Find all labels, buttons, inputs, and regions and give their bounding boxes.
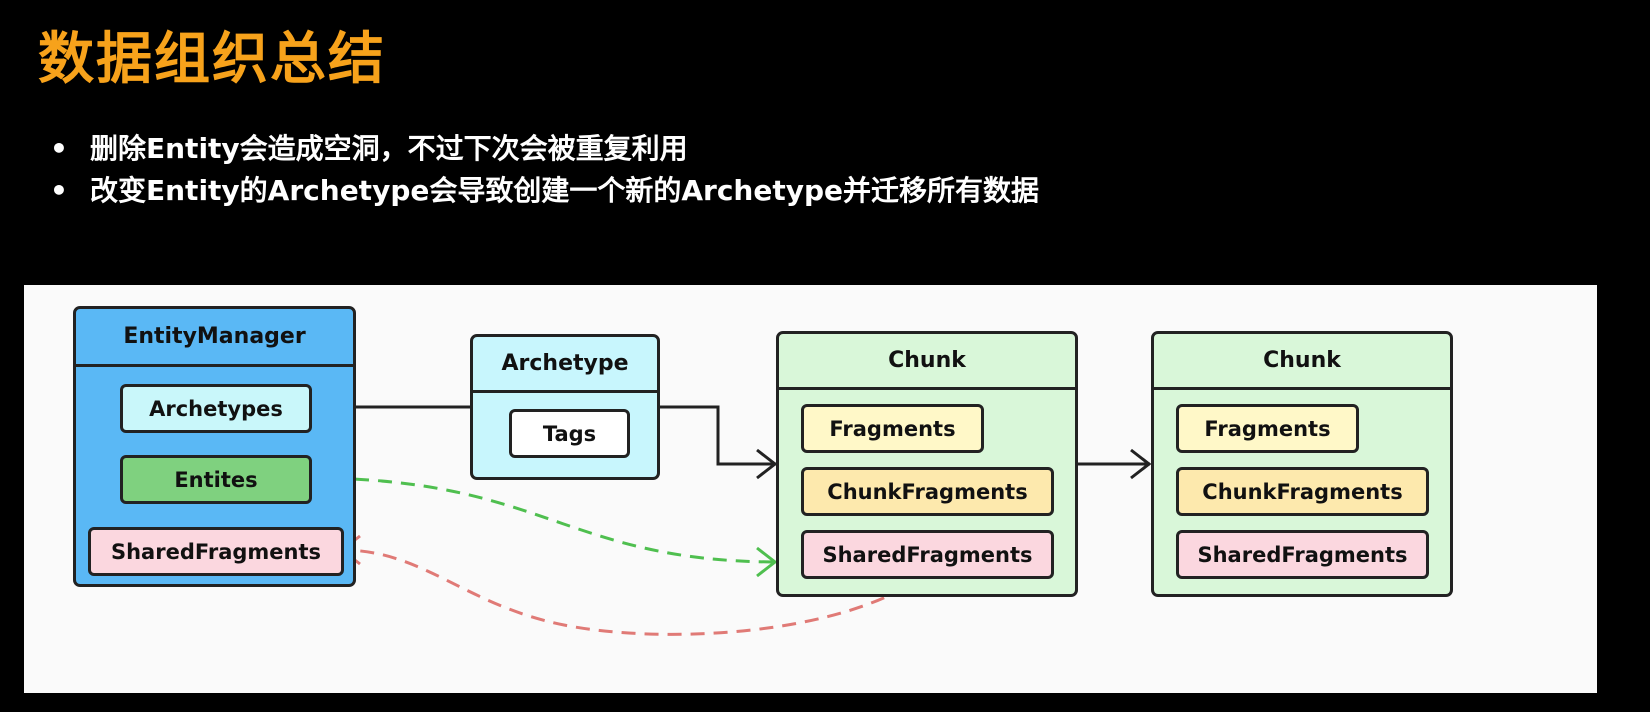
shared-fragments-item: SharedFragments bbox=[801, 530, 1054, 579]
archetype-to-chunk-link bbox=[658, 405, 776, 466]
shared-fragments-item: SharedFragments bbox=[1176, 530, 1429, 579]
archetype-title: Archetype bbox=[473, 337, 657, 393]
chunk-box: Chunk Fragments ChunkFragments SharedFra… bbox=[776, 331, 1078, 597]
entity-manager-box: EntityManager Archetypes Entites SharedF… bbox=[73, 306, 356, 587]
shared-fragments-item: SharedFragments bbox=[88, 527, 344, 576]
bullet-item: 改变Entity的Archetype会导致创建一个新的Archetype并迁移所… bbox=[46, 170, 1039, 212]
entites-to-chunk-dashed-link bbox=[308, 476, 776, 564]
entites-item: Entites bbox=[120, 455, 312, 504]
archetype-box: Archetype Tags bbox=[470, 334, 660, 480]
fragments-item: Fragments bbox=[1176, 404, 1359, 453]
chunk-box: Chunk Fragments ChunkFragments SharedFra… bbox=[1151, 331, 1453, 597]
bullet-list: 删除Entity会造成空洞，不过下次会被重复利用 改变Entity的Archet… bbox=[46, 128, 1039, 212]
fragments-item: Fragments bbox=[801, 404, 984, 453]
chunk-title: Chunk bbox=[779, 334, 1075, 390]
slide-title: 数据组织总结 bbox=[38, 27, 386, 92]
entity-manager-title: EntityManager bbox=[76, 309, 353, 367]
diagram-panel: EntityManager Archetypes Entites SharedF… bbox=[24, 285, 1597, 693]
chunk-fragments-item: ChunkFragments bbox=[801, 467, 1054, 516]
chunk-fragments-item: ChunkFragments bbox=[1176, 467, 1429, 516]
tags-item: Tags bbox=[509, 409, 630, 458]
archetypes-item: Archetypes bbox=[120, 384, 312, 433]
chunk-title: Chunk bbox=[1154, 334, 1450, 390]
bullet-item: 删除Entity会造成空洞，不过下次会被重复利用 bbox=[46, 128, 1039, 170]
